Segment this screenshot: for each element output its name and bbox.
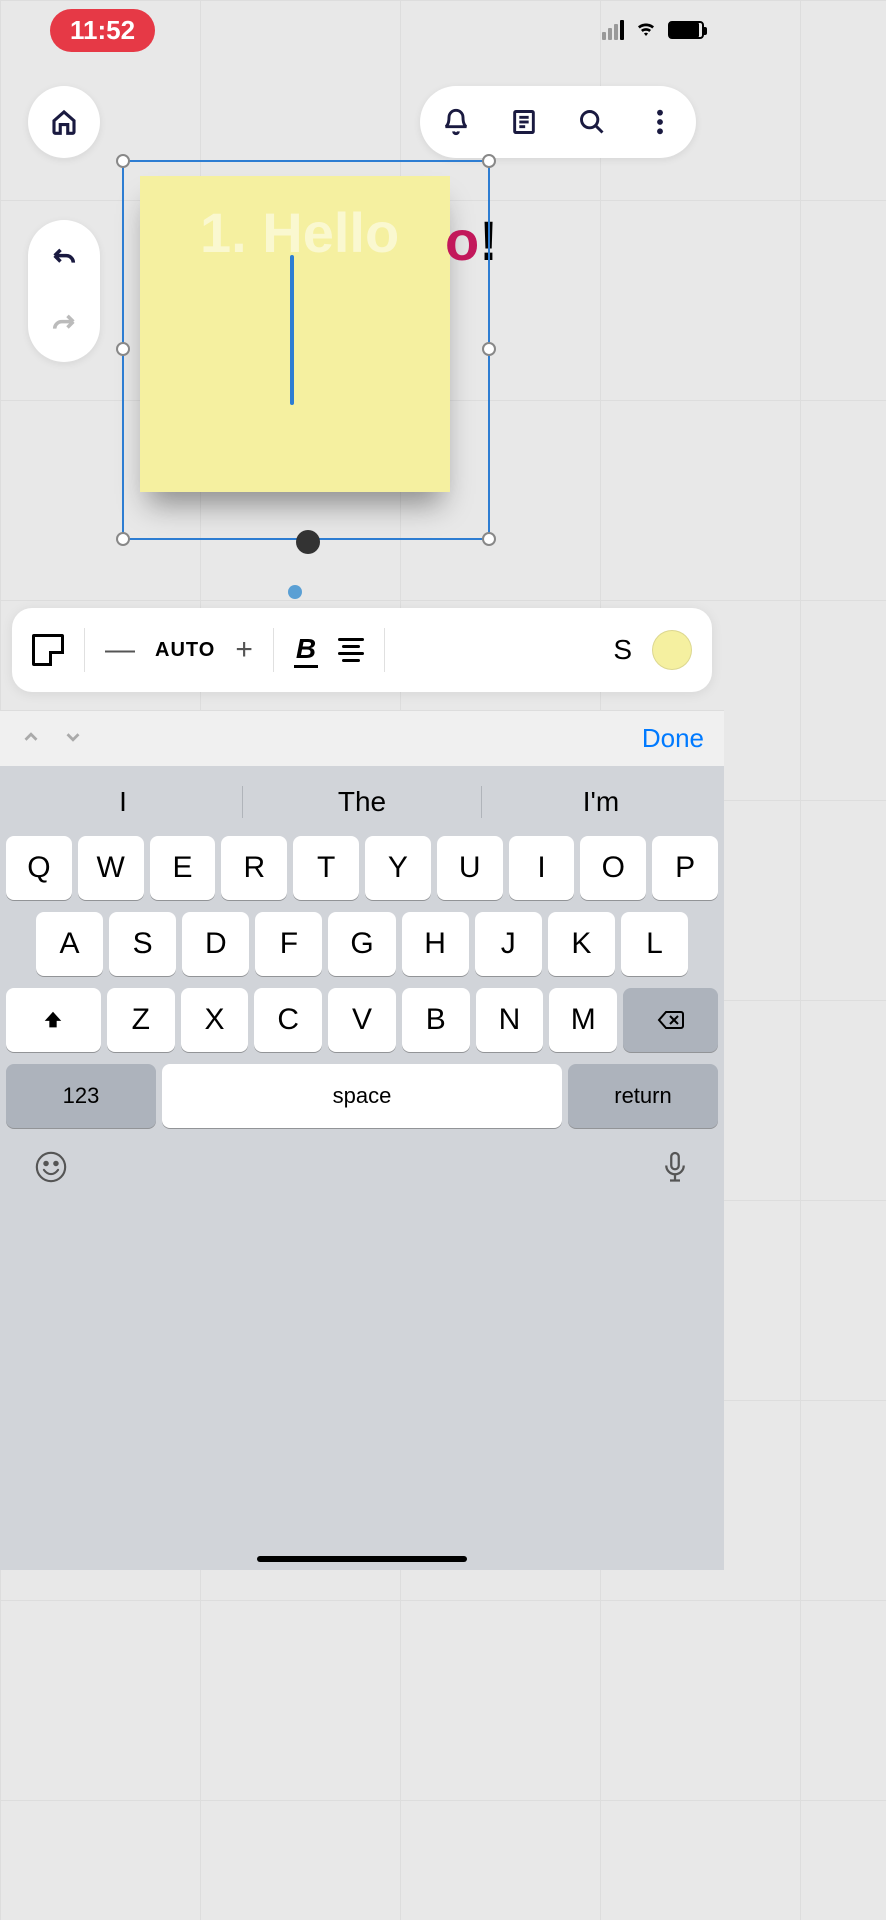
emoji-icon xyxy=(34,1150,68,1184)
key-row-4: 123 space return xyxy=(4,1058,720,1134)
chevron-down-icon xyxy=(62,726,84,748)
key-f[interactable]: F xyxy=(255,912,322,976)
key-l[interactable]: L xyxy=(621,912,688,976)
search-icon xyxy=(578,108,606,136)
note-shape-button[interactable] xyxy=(32,634,64,666)
cellular-signal-icon xyxy=(602,20,624,40)
key-y[interactable]: Y xyxy=(365,836,431,900)
suggestion-bar: I The I'm xyxy=(4,774,720,830)
format-toolbar: — AUTO + B S xyxy=(12,608,712,692)
prev-field-button xyxy=(20,723,42,755)
key-o[interactable]: O xyxy=(580,836,646,900)
notes-list-button[interactable] xyxy=(506,104,542,140)
bold-button[interactable]: B xyxy=(294,633,318,668)
key-v[interactable]: V xyxy=(328,988,396,1052)
key-return[interactable]: return xyxy=(568,1064,718,1128)
resize-handle-top-right[interactable] xyxy=(482,154,496,168)
key-t[interactable]: T xyxy=(293,836,359,900)
key-e[interactable]: E xyxy=(150,836,216,900)
microphone-icon xyxy=(660,1150,690,1186)
resize-handle-bottom-left[interactable] xyxy=(116,532,130,546)
suggestion-2[interactable]: I'm xyxy=(482,786,720,818)
key-numbers[interactable]: 123 xyxy=(6,1064,156,1128)
notifications-button[interactable] xyxy=(438,104,474,140)
shift-icon xyxy=(42,1009,64,1031)
key-s[interactable]: S xyxy=(109,912,176,976)
key-p[interactable]: P xyxy=(652,836,718,900)
key-shift[interactable] xyxy=(6,988,101,1052)
rotate-handle[interactable] xyxy=(296,530,320,554)
undo-redo-toolbar xyxy=(28,220,100,362)
resize-handle-top-left[interactable] xyxy=(116,154,130,168)
redo-icon xyxy=(50,310,78,338)
font-size-decrease-button[interactable]: — xyxy=(105,633,135,667)
align-button[interactable] xyxy=(338,638,364,662)
search-button[interactable] xyxy=(574,104,610,140)
top-toolbar xyxy=(420,86,696,158)
home-icon xyxy=(49,107,79,137)
dictation-button[interactable] xyxy=(660,1150,690,1191)
key-row-2: A S D F G H J K L xyxy=(4,906,720,982)
key-r[interactable]: R xyxy=(221,836,287,900)
key-n[interactable]: N xyxy=(476,988,544,1052)
undo-icon xyxy=(50,244,78,272)
key-k[interactable]: K xyxy=(548,912,615,976)
key-u[interactable]: U xyxy=(437,836,503,900)
style-button[interactable]: S xyxy=(613,634,632,666)
redo-button xyxy=(46,306,82,342)
key-j[interactable]: J xyxy=(475,912,542,976)
chevron-up-icon xyxy=(20,726,42,748)
more-menu-button[interactable] xyxy=(642,104,678,140)
key-z[interactable]: Z xyxy=(107,988,175,1052)
key-i[interactable]: I xyxy=(509,836,575,900)
key-q[interactable]: Q xyxy=(6,836,72,900)
battery-icon xyxy=(668,21,704,39)
connection-dot[interactable] xyxy=(288,585,302,599)
key-g[interactable]: G xyxy=(328,912,395,976)
backspace-icon xyxy=(657,1009,685,1031)
status-bar: 11:52 xyxy=(0,0,724,60)
keyboard-bottom-row xyxy=(4,1134,720,1191)
selection-box[interactable] xyxy=(122,160,490,540)
suggestion-0[interactable]: I xyxy=(4,786,243,818)
keyboard: I The I'm Q W E R T Y U I O P A S D F G … xyxy=(0,766,724,1570)
key-c[interactable]: C xyxy=(254,988,322,1052)
key-b[interactable]: B xyxy=(402,988,470,1052)
key-backspace[interactable] xyxy=(623,988,718,1052)
key-d[interactable]: D xyxy=(182,912,249,976)
home-button[interactable] xyxy=(28,86,100,158)
key-a[interactable]: A xyxy=(36,912,103,976)
key-h[interactable]: H xyxy=(402,912,469,976)
color-swatch-button[interactable] xyxy=(652,630,692,670)
document-icon xyxy=(510,108,538,136)
key-x[interactable]: X xyxy=(181,988,249,1052)
key-w[interactable]: W xyxy=(78,836,144,900)
undo-button[interactable] xyxy=(46,240,82,276)
bell-icon xyxy=(442,108,470,136)
status-icons xyxy=(602,16,704,45)
keyboard-accessory: Done xyxy=(0,710,724,766)
key-space[interactable]: space xyxy=(162,1064,562,1128)
recording-time-pill[interactable]: 11:52 xyxy=(50,9,155,52)
more-vertical-icon xyxy=(656,108,664,136)
resize-handle-mid-left[interactable] xyxy=(116,342,130,356)
suggestion-1[interactable]: The xyxy=(243,786,482,818)
wifi-icon xyxy=(634,16,658,45)
font-size-increase-button[interactable]: + xyxy=(235,633,253,667)
home-indicator[interactable] xyxy=(257,1556,467,1562)
emoji-button[interactable] xyxy=(34,1150,68,1191)
next-field-button xyxy=(62,723,84,755)
font-size-mode[interactable]: AUTO xyxy=(155,639,215,662)
key-m[interactable]: M xyxy=(549,988,617,1052)
done-button[interactable]: Done xyxy=(642,723,704,754)
resize-handle-mid-right[interactable] xyxy=(482,342,496,356)
key-row-1: Q W E R T Y U I O P xyxy=(4,830,720,906)
resize-handle-bottom-right[interactable] xyxy=(482,532,496,546)
key-row-3: Z X C V B N M xyxy=(4,982,720,1058)
